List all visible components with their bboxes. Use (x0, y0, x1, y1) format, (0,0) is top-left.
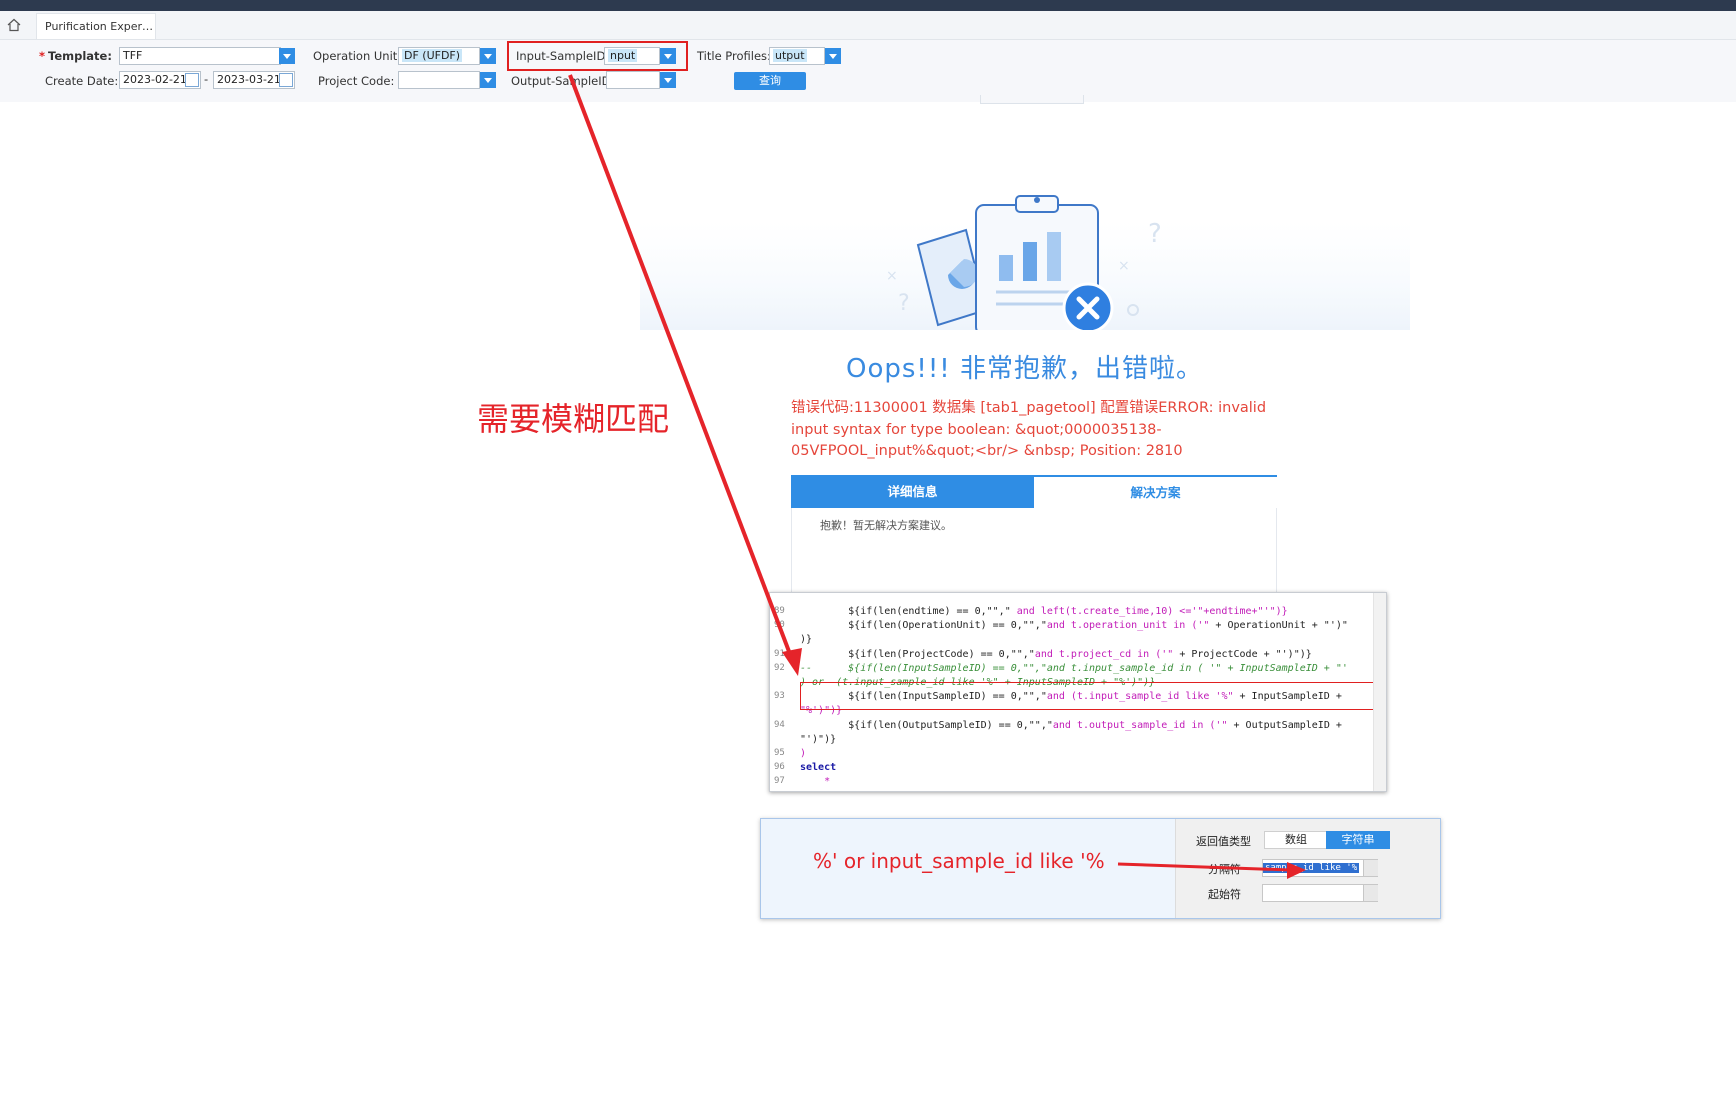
start-char-input[interactable] (1262, 884, 1378, 902)
line-number: 91 (774, 648, 785, 659)
error-tabs: 详细信息 解决方案 (791, 475, 1277, 508)
query-button[interactable]: 查询 (734, 72, 806, 90)
code-text: ${if(len(OperationUnit) == 0,"","and t.o… (800, 619, 1348, 632)
line-number: 90 (774, 620, 785, 631)
create-date-label: Create Date: (45, 74, 119, 88)
code-text: ${if(len(OutputSampleID) == 0,"","and t.… (800, 719, 1342, 732)
tab-strip: Purification Experi... (0, 11, 1736, 40)
tab-purification-experiment[interactable]: Purification Experi... (36, 13, 156, 39)
return-type-array-button[interactable]: 数组 (1264, 831, 1328, 849)
annotation-fuzzy-match: 需要模糊匹配 (477, 400, 670, 438)
code-token: )} (800, 634, 813, 646)
code-token: ${if(len(OutputSampleID) == 0,""," (800, 719, 1053, 731)
calendar-icon[interactable] (279, 73, 293, 87)
operation-unit-dropdown-button[interactable] (480, 48, 496, 64)
error-title: Oops!!! 非常抱歉，出错啦。 (846, 354, 1203, 384)
annotation-separator-note: %' or input_sample_id like '% (813, 849, 1105, 873)
template-dropdown-button[interactable] (279, 48, 295, 64)
output-sample-id-dropdown-button[interactable] (660, 72, 676, 88)
project-code-select[interactable] (398, 71, 480, 89)
input-sample-id-highlight (507, 41, 688, 71)
operation-unit-select[interactable]: DF (UFDF) (398, 47, 480, 65)
svg-text:?: ? (1148, 219, 1162, 249)
code-token: ${if(len(ProjectCode) == 0,""," (800, 648, 1035, 660)
settings-panel-screenshot: %' or input_sample_id like '% 返回值类型 数组 字… (760, 818, 1441, 919)
line-number: 97 (774, 776, 785, 787)
arrow-to-code-line (568, 74, 795, 663)
filter-bar: * Template: TFF Create Date: 2023-02-21 -… (0, 40, 1736, 102)
chevron-down-icon[interactable] (1363, 860, 1378, 876)
chevron-down-icon[interactable] (1363, 885, 1378, 901)
project-code-label: Project Code: (318, 74, 395, 88)
code-text: select (800, 761, 836, 774)
tab-details[interactable]: 详细信息 (791, 475, 1034, 508)
code-token: ) (800, 748, 807, 759)
svg-text:×: × (886, 268, 898, 284)
template-select[interactable]: TFF (119, 47, 281, 65)
start-char-label: 起始符 (1208, 888, 1241, 901)
line-number: 96 (774, 762, 785, 773)
output-sample-id-select[interactable] (606, 71, 660, 89)
code-token: select (800, 762, 837, 774)
code-token: + ProjectCode + "')")} (1173, 648, 1312, 660)
date-separator: - (204, 72, 209, 86)
code-text: ${if(len(ProjectCode) == 0,"","and t.pro… (800, 648, 1312, 661)
code-token: and t.project_cd in ('" (1034, 648, 1174, 660)
code-editor-screenshot: 89 ${if(len(endtime) == 0,""," and left(… (769, 592, 1387, 792)
operation-unit-label: Operation Unit: (313, 49, 402, 63)
code-text: ) (800, 747, 806, 760)
template-label: * Template: (39, 49, 112, 63)
return-type-string-button[interactable]: 字符串 (1326, 831, 1390, 849)
code-text: )} (800, 633, 812, 646)
code-text: -- ${if(len(InputSampleID) == 0,"","and … (800, 662, 1348, 675)
parameter-settings: 返回值类型 数组 字符串 分隔符 sample_id like '% 起始符 (1175, 819, 1440, 918)
tab-panel: 抱歉！暂无解决方案建议。 (791, 508, 1277, 598)
code-token: -- ${if(len(InputSampleID) == 0,"","and … (800, 662, 1348, 674)
code-token: "')")} (800, 733, 837, 745)
calendar-icon[interactable] (185, 73, 199, 87)
svg-text:?: ? (898, 291, 910, 316)
line-number: 89 (774, 606, 785, 616)
code-token: ${if(len(OperationUnit) == 0,""," (800, 620, 1047, 632)
title-profiles-dropdown-button[interactable] (825, 48, 841, 64)
home-icon[interactable] (6, 17, 22, 33)
code-token: and t.operation_unit in ('" (1046, 620, 1210, 632)
tab-solution[interactable]: 解决方案 (1034, 475, 1277, 508)
no-solution-text: 抱歉！暂无解决方案建议。 (820, 519, 952, 532)
error-message: 错误代码:11300001 数据集 [tab1_pagetool] 配置错误ER… (791, 400, 1267, 459)
line-number: 94 (774, 719, 785, 730)
line-number: 92 (774, 662, 785, 673)
title-profiles-value: utput (773, 49, 807, 62)
title-profiles-label: Title Profiles: (697, 49, 771, 63)
code-token: ${if(len(endtime) == 0,""," (800, 606, 1011, 617)
code-scrollbar[interactable] (1373, 593, 1386, 791)
project-code-dropdown-button[interactable] (480, 72, 496, 88)
line-number: 93 (774, 691, 785, 702)
title-profiles-select[interactable]: utput (769, 47, 825, 65)
operation-unit-value: DF (UFDF) (402, 49, 463, 62)
error-illustration-icon: ? ? × × (640, 195, 1410, 330)
code-highlight-box (800, 682, 1375, 710)
code-token: + OperationUnit + "')" (1209, 620, 1348, 632)
line-number: 95 (774, 748, 785, 758)
separator-input[interactable]: sample_id like '% (1262, 859, 1378, 877)
code-token: + OutputSampleID + (1227, 719, 1342, 731)
code-token: and t.output_sample_id in ('" (1052, 719, 1228, 731)
code-token: * (800, 776, 831, 788)
code-text: ${if(len(endtime) == 0,""," and left(t.c… (800, 605, 1288, 618)
separator-label: 分隔符 (1208, 863, 1241, 876)
svg-text:×: × (1118, 258, 1130, 274)
code-token: and left(t.create_time,10) <='"+endtime+… (1010, 606, 1288, 617)
separator-value: sample_id like '% (1263, 863, 1360, 873)
top-bar (0, 0, 1736, 11)
code-text: * (800, 775, 830, 788)
return-type-label: 返回值类型 (1196, 835, 1251, 848)
code-text: "')")} (800, 733, 836, 746)
output-sample-id-label: Output-SampleID: (511, 74, 615, 88)
filter-collapse-handle[interactable] (980, 95, 1084, 104)
